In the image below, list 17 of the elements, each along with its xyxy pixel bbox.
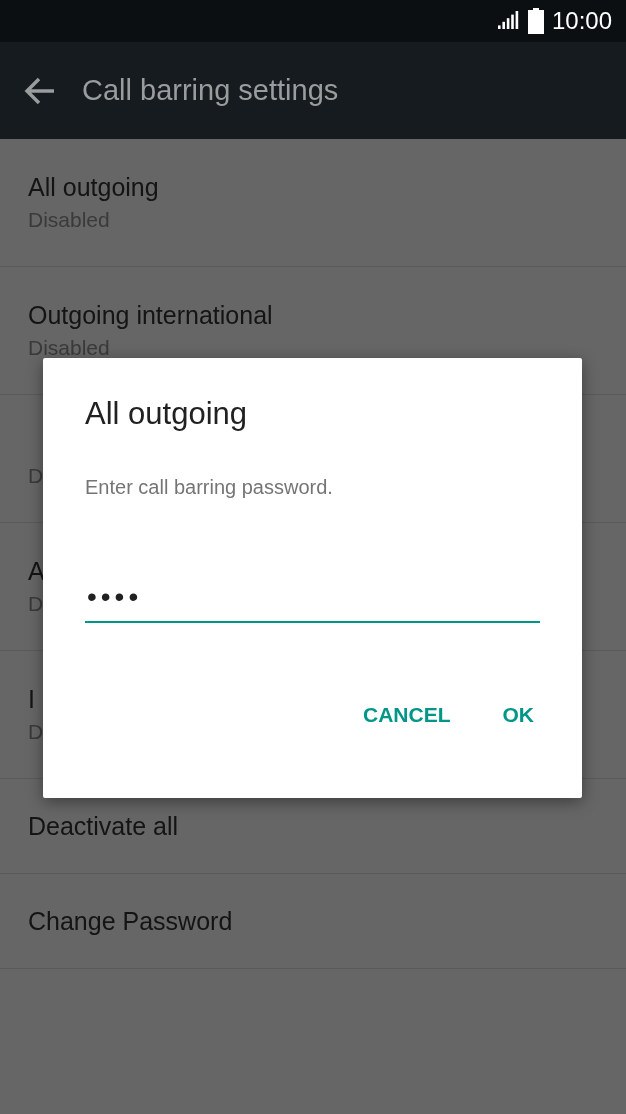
back-arrow-icon[interactable]: [24, 76, 56, 105]
item-title: Outgoing international: [28, 301, 273, 330]
battery-icon: [527, 8, 544, 34]
item-title: All outgoing: [28, 173, 159, 202]
item-title: I: [28, 685, 35, 714]
password-field[interactable]: ••••: [85, 581, 540, 623]
cancel-button[interactable]: CANCEL: [347, 695, 467, 735]
screen-title: Call barring settings: [82, 74, 339, 107]
dialog-title: All outgoing: [85, 396, 247, 432]
clock: 10:00: [551, 7, 612, 35]
dialog-message: Enter call barring password.: [85, 476, 333, 499]
ok-button[interactable]: OK: [486, 695, 550, 735]
settings-item[interactable]: Change Password: [0, 874, 626, 969]
item-title: A: [28, 557, 45, 586]
signal-icon: [497, 11, 520, 31]
item-title: Deactivate all: [28, 811, 179, 841]
item-title: Change Password: [28, 906, 233, 936]
